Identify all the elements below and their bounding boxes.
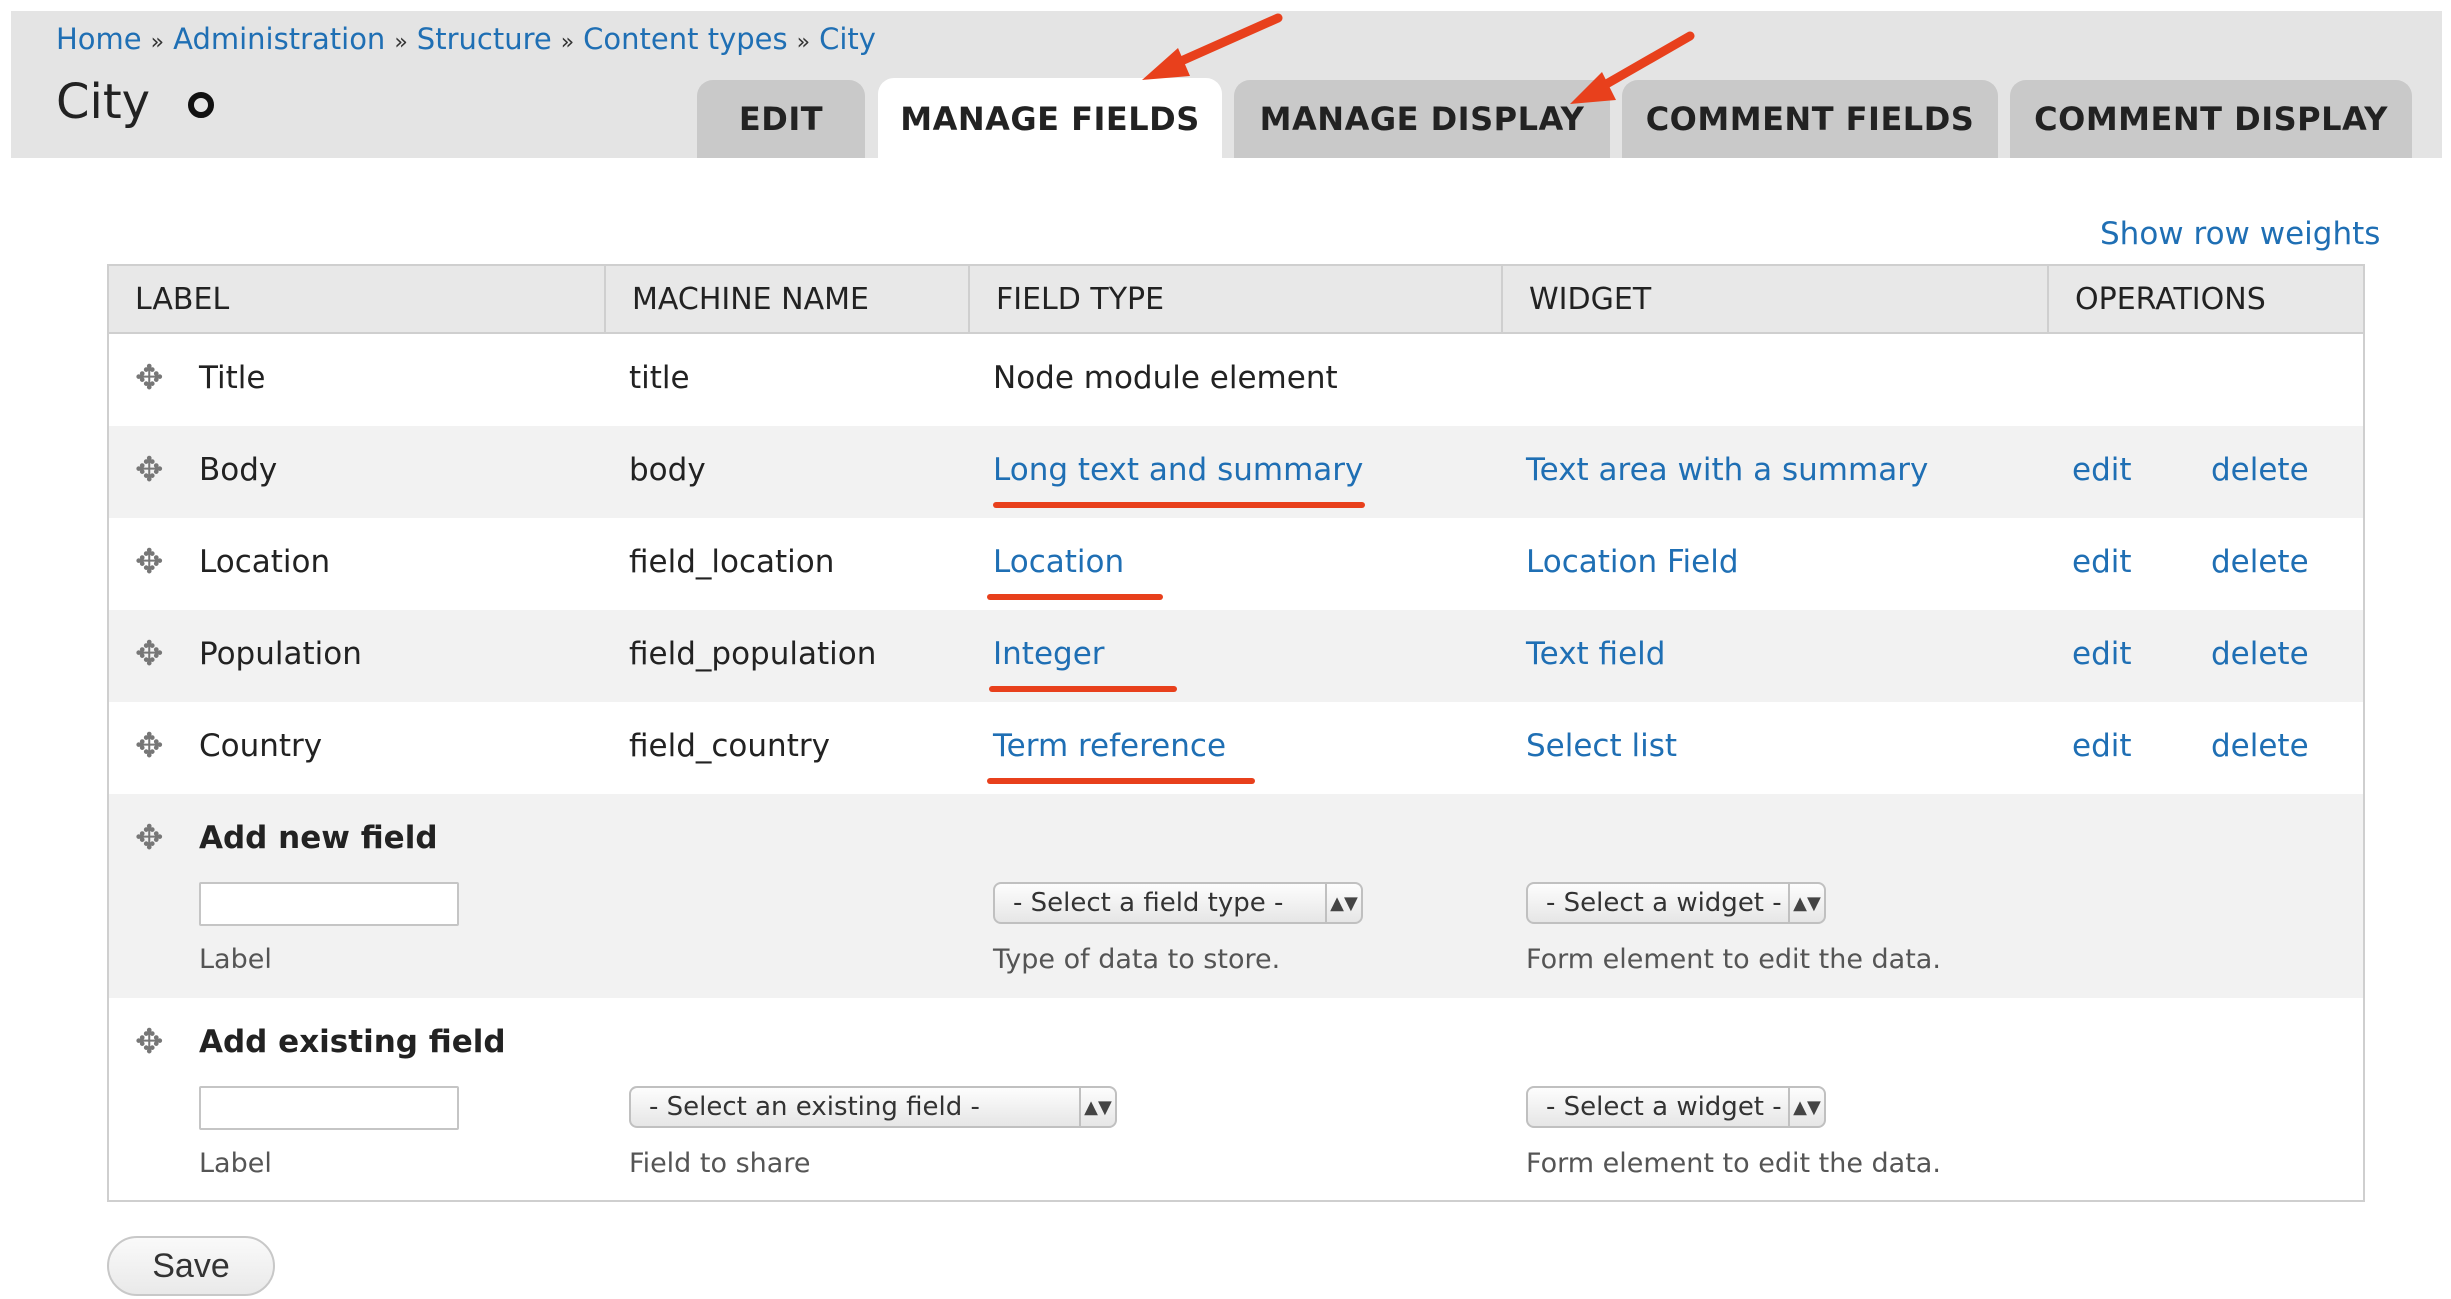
annotation-underline	[989, 686, 1177, 692]
add-new-field-title: Add new field	[199, 820, 438, 856]
field-label: Title	[199, 360, 266, 396]
field-type-link[interactable]: Long text and summary	[993, 452, 1363, 488]
table-row: ✥ Body body Long text and summary Text a…	[109, 426, 2363, 518]
edit-link[interactable]: edit	[2072, 636, 2132, 672]
field-label: Country	[199, 728, 323, 764]
annotation-arrow-icon	[1570, 31, 1695, 104]
tab-edit[interactable]: EDIT	[697, 80, 865, 158]
edit-link[interactable]: edit	[2072, 728, 2132, 764]
column-header-operations: OPERATIONS	[2075, 281, 2266, 317]
add-existing-field-row: ✥ Add existing field Label - Select an e…	[109, 998, 2363, 1202]
add-new-field-row: ✥ Add new field Label - Select a field t…	[109, 794, 2363, 998]
field-type-select[interactable]: - Select a field type - ▲▼	[993, 882, 1363, 924]
field-machine-name: body	[629, 452, 706, 488]
field-label: Location	[199, 544, 331, 580]
drag-handle-icon[interactable]: ✥	[135, 634, 164, 674]
page-title: City	[56, 74, 151, 130]
breadcrumb-separator: »	[150, 30, 165, 55]
field-type-link[interactable]: Location	[993, 544, 1124, 580]
table-row: ✥ Population field_population Integer Te…	[109, 610, 2363, 702]
field-machine-name: field_population	[629, 636, 877, 672]
existing-field-label-input[interactable]	[199, 1086, 459, 1130]
add-existing-field-title: Add existing field	[199, 1024, 506, 1060]
drag-handle-icon[interactable]: ✥	[135, 450, 164, 490]
field-machine-name: title	[629, 360, 690, 396]
column-header-label: LABEL	[109, 266, 606, 332]
widget-link[interactable]: Text field	[1526, 636, 1665, 672]
table-header: LABEL MACHINE NAME FIELD TYPE WIDGET OPE…	[109, 266, 2363, 334]
existing-field-label-caption: Label	[199, 1148, 272, 1179]
up-down-arrows-icon: ▲▼	[1788, 1088, 1824, 1126]
widget-caption: Form element to edit the data.	[1526, 944, 1941, 975]
breadcrumb-home[interactable]: Home	[56, 22, 142, 56]
field-type: Node module element	[993, 360, 1338, 396]
up-down-arrows-icon: ▲▼	[1325, 884, 1361, 922]
save-button[interactable]: Save	[107, 1236, 275, 1296]
breadcrumb-structure[interactable]: Structure	[417, 22, 552, 56]
fields-table: LABEL MACHINE NAME FIELD TYPE WIDGET OPE…	[107, 264, 2365, 1202]
existing-field-caption: Field to share	[629, 1148, 811, 1179]
delete-link[interactable]: delete	[2211, 452, 2309, 488]
field-type-link[interactable]: Term reference	[993, 728, 1226, 764]
widget-caption: Form element to edit the data.	[1526, 1148, 1941, 1179]
new-field-label-caption: Label	[199, 944, 272, 975]
table-row: ✥ Location field_location Location Locat…	[109, 518, 2363, 610]
edit-link[interactable]: edit	[2072, 452, 2132, 488]
column-header-widget: WIDGET	[1503, 266, 2049, 332]
breadcrumb-city[interactable]: City	[819, 22, 876, 56]
widget-link[interactable]: Location Field	[1526, 544, 1739, 580]
column-header-machine-name: MACHINE NAME	[606, 266, 970, 332]
breadcrumb-administration[interactable]: Administration	[173, 22, 385, 56]
widget-link[interactable]: Select list	[1526, 728, 1677, 764]
drag-handle-icon[interactable]: ✥	[135, 542, 164, 582]
drag-handle-icon[interactable]: ✥	[135, 1022, 164, 1062]
widget-select-value: - Select a widget -	[1546, 888, 1782, 918]
field-machine-name: field_country	[629, 728, 830, 764]
annotation-underline	[993, 502, 1365, 508]
annotation-underline	[987, 594, 1163, 600]
page-title-container: City	[56, 74, 215, 130]
field-machine-name: field_location	[629, 544, 835, 580]
widget-select-value: - Select a widget -	[1546, 1092, 1782, 1122]
breadcrumb-separator: »	[796, 30, 811, 55]
up-down-arrows-icon: ▲▼	[1079, 1088, 1115, 1126]
field-type-link[interactable]: Integer	[993, 636, 1105, 672]
column-header-field-type: FIELD TYPE	[970, 266, 1503, 332]
breadcrumb-separator: »	[560, 30, 575, 55]
new-field-widget-select[interactable]: - Select a widget - ▲▼	[1526, 882, 1826, 924]
drag-handle-icon[interactable]: ✥	[135, 358, 164, 398]
new-field-label-input[interactable]	[199, 882, 459, 926]
up-down-arrows-icon: ▲▼	[1788, 884, 1824, 922]
gear-icon[interactable]	[188, 92, 215, 118]
delete-link[interactable]: delete	[2211, 636, 2309, 672]
annotation-underline	[987, 778, 1255, 784]
tab-manage-display[interactable]: MANAGE DISPLAY	[1234, 80, 1610, 158]
annotation-arrow-icon	[1142, 13, 1283, 80]
table-row: ✥ Title title Node module element	[109, 334, 2363, 426]
field-label: Population	[199, 636, 362, 672]
tab-manage-fields[interactable]: MANAGE FIELDS	[878, 78, 1222, 160]
breadcrumb: Home » Administration » Structure » Content ty…	[56, 22, 876, 56]
field-type-select-value: - Select a field type -	[1013, 888, 1284, 918]
table-row: ✥ Country field_country Term reference S…	[109, 702, 2363, 794]
show-row-weights-link[interactable]: Show row weights	[2100, 216, 2380, 252]
delete-link[interactable]: delete	[2211, 728, 2309, 764]
drag-handle-icon[interactable]: ✥	[135, 726, 164, 766]
existing-field-select-value: - Select an existing field -	[649, 1092, 980, 1122]
field-type-caption: Type of data to store.	[993, 944, 1281, 975]
existing-widget-select[interactable]: - Select a widget - ▲▼	[1526, 1086, 1826, 1128]
drag-handle-icon[interactable]: ✥	[135, 818, 164, 858]
breadcrumb-separator: »	[394, 30, 408, 55]
existing-field-select[interactable]: - Select an existing field - ▲▼	[629, 1086, 1117, 1128]
edit-link[interactable]: edit	[2072, 544, 2132, 580]
breadcrumb-content-types[interactable]: Content types	[583, 22, 787, 56]
tab-comment-display[interactable]: COMMENT DISPLAY	[2010, 80, 2412, 158]
delete-link[interactable]: delete	[2211, 544, 2309, 580]
field-label: Body	[199, 452, 278, 488]
widget-link[interactable]: Text area with a summary	[1526, 452, 1928, 488]
